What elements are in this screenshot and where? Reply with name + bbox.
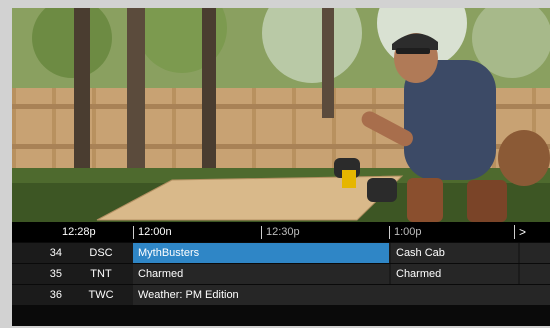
time-bar: 12:28p 12:00n 12:30p 1:00p > bbox=[12, 222, 550, 242]
program-cell[interactable] bbox=[520, 264, 550, 284]
program-cell[interactable]: Weather: PM Edition bbox=[133, 285, 550, 305]
time-slot-1: 12:00n bbox=[133, 226, 172, 239]
channel-callsign: TWC bbox=[88, 289, 114, 301]
guide-footer bbox=[12, 306, 550, 326]
program-cell[interactable]: Charmed bbox=[133, 264, 389, 284]
channel-number: 36 bbox=[49, 289, 62, 301]
program-guide: 12:28p 12:00n 12:30p 1:00p > 34 DSC Myth… bbox=[12, 222, 550, 326]
tv-frame: 12:28p 12:00n 12:30p 1:00p > 34 DSC Myth… bbox=[0, 0, 550, 328]
live-video bbox=[12, 8, 550, 222]
next-page-arrow-icon[interactable]: > bbox=[514, 225, 526, 239]
program-cell[interactable]: Cash Cab bbox=[391, 243, 518, 263]
channel-row[interactable]: 35 TNT Charmed Charmed bbox=[12, 264, 550, 284]
current-time: 12:28p bbox=[62, 226, 96, 238]
channel-number: 34 bbox=[49, 247, 62, 259]
channel-callsign: TNT bbox=[90, 268, 112, 280]
channel-number: 35 bbox=[49, 268, 62, 280]
channel-row[interactable]: 34 DSC MythBusters Cash Cab bbox=[12, 243, 550, 263]
tv-screen: 12:28p 12:00n 12:30p 1:00p > 34 DSC Myth… bbox=[12, 8, 550, 326]
video-scene bbox=[12, 8, 550, 222]
program-cell[interactable]: Charmed bbox=[391, 264, 518, 284]
time-slot-2: 12:30p bbox=[261, 226, 300, 239]
program-cell[interactable] bbox=[520, 243, 550, 263]
channel-callsign: DSC bbox=[89, 247, 113, 259]
time-slot-3: 1:00p bbox=[389, 226, 422, 239]
program-cell-selected[interactable]: MythBusters bbox=[133, 243, 389, 263]
channel-row[interactable]: 36 TWC Weather: PM Edition bbox=[12, 285, 550, 305]
